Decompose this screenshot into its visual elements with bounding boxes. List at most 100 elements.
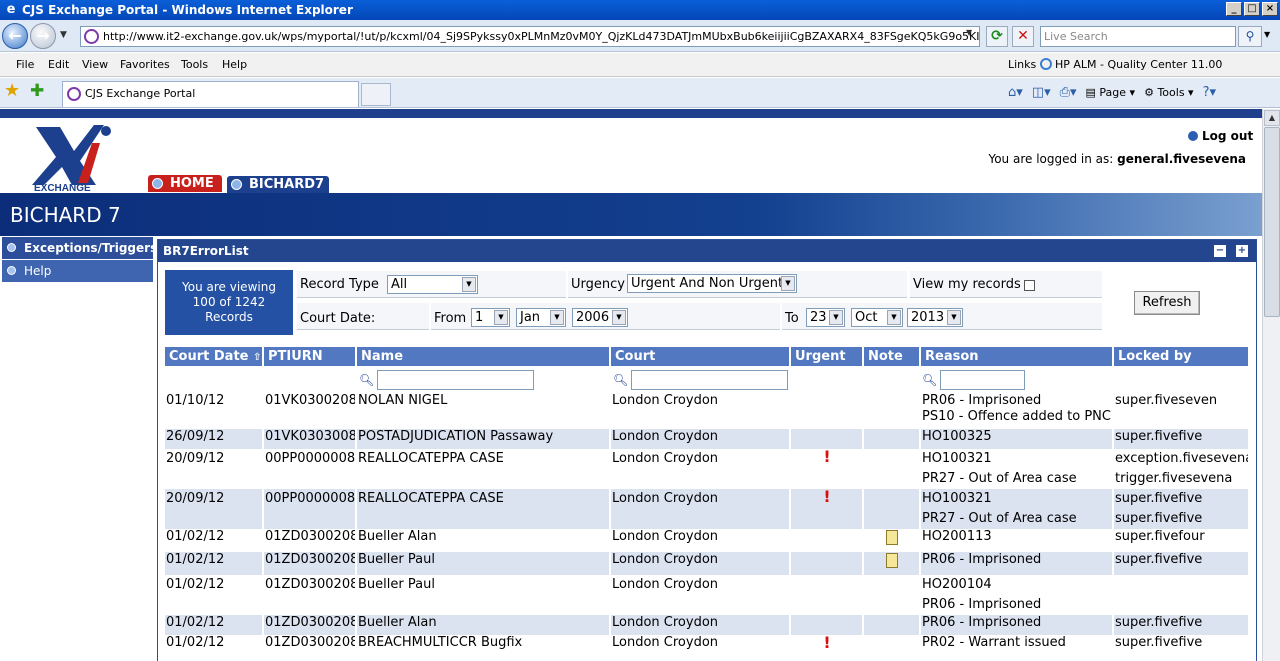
cell-ptiurn: 01VK0303008 — [264, 429, 357, 449]
history-dropdown-icon[interactable]: ▼ — [60, 30, 67, 40]
from-year-select[interactable]: 2006 ▼ — [572, 308, 628, 327]
cell-date: 01/02/12 — [165, 635, 264, 655]
table-row[interactable]: 01/02/12 01ZD0300208 Bueller Paul London Cr… — [165, 552, 1248, 575]
menu-edit[interactable]: Edit — [48, 58, 69, 71]
search-options-dropdown-icon[interactable]: ▼ — [1264, 30, 1270, 39]
back-button[interactable]: ← — [2, 23, 28, 49]
sidebar-item-exceptions-triggers[interactable]: Exceptions/Triggers — [2, 237, 157, 259]
minimize-button[interactable]: _ — [1226, 2, 1242, 16]
urgency-select[interactable]: Urgent And Non Urgent ▼ — [627, 274, 797, 293]
column-reason[interactable]: Reason — [921, 347, 1114, 366]
cell-reason: HO100325 — [921, 429, 1114, 449]
hp-alm-link[interactable]: HP ALM - Quality Center 11.00 — [1040, 58, 1222, 71]
cell-reason: HO200104 PR06 - Imprisoned — [921, 575, 1114, 615]
to-month-select[interactable]: Oct ▼ — [851, 308, 903, 327]
from-month-select[interactable]: Jan ▼ — [516, 308, 566, 327]
cell-date: 01/02/12 — [165, 615, 264, 635]
reason-line: PR06 - Imprisoned — [922, 552, 1042, 567]
column-ptiurn[interactable]: PTIURN — [264, 347, 357, 366]
maximize-portlet-icon[interactable]: + — [1236, 245, 1248, 257]
note-icon[interactable] — [886, 530, 898, 545]
logout-link[interactable]: Log out — [1188, 129, 1253, 143]
name-text[interactable]: Bueller Alan — [358, 529, 437, 544]
tab-bichard7[interactable]: BICHARD7 — [227, 176, 329, 193]
maximize-button[interactable]: □ — [1244, 2, 1260, 16]
reason-search-input[interactable] — [940, 370, 1025, 390]
search-input[interactable]: Live Search — [1040, 26, 1236, 47]
table-row[interactable]: 01/02/12 01ZD0300208 Bueller Alan London Cr… — [165, 529, 1248, 552]
court-search-input[interactable] — [631, 370, 788, 390]
name-text[interactable]: POSTADJUDICATION Passaway — [358, 429, 553, 444]
ptiurn-text: 00PP0000008 — [265, 491, 356, 506]
stop-button[interactable]: ✕ — [1012, 26, 1034, 47]
scroll-thumb[interactable] — [1264, 127, 1280, 317]
reason-line: PR06 - Imprisoned — [922, 615, 1042, 630]
minimize-portlet-icon[interactable]: − — [1214, 245, 1226, 257]
name-text[interactable]: Bueller Alan — [358, 615, 437, 630]
search-icon[interactable]: ⚲ — [1238, 26, 1262, 47]
print-icon[interactable]: ⎙▾ — [1060, 85, 1077, 100]
menu-help[interactable]: Help — [222, 58, 247, 71]
reason-line: HO200113 — [922, 529, 992, 544]
name-text[interactable]: REALLOCATEPPA CASE — [358, 491, 504, 506]
cell-urgent: ! — [791, 489, 864, 529]
menu-view[interactable]: View — [82, 58, 108, 71]
page-favicon-icon — [84, 29, 99, 44]
logout-label: Log out — [1202, 129, 1254, 143]
to-year-select[interactable]: 2013 ▼ — [907, 308, 963, 327]
forward-button[interactable]: → — [30, 23, 56, 49]
name-search-input[interactable] — [377, 370, 534, 390]
column-court-date[interactable]: Court Date ⇧ — [165, 347, 264, 366]
tools-menu[interactable]: ⚙ Tools ▾ — [1144, 86, 1194, 99]
cell-ptiurn: 00PP0000008 — [264, 449, 357, 489]
name-text[interactable]: NOLAN NIGEL — [358, 393, 447, 408]
chevron-down-icon: ▼ — [462, 277, 476, 292]
menu-favorites[interactable]: Favorites — [120, 58, 170, 71]
tab-home[interactable]: HOME — [148, 175, 222, 192]
name-text[interactable]: BREACHMULTICCR Bugfix — [358, 635, 522, 650]
column-note[interactable]: Note — [864, 347, 921, 366]
record-type-select[interactable]: All ▼ — [387, 275, 478, 294]
refresh-page-button[interactable]: ⟳ — [986, 26, 1008, 47]
table-row[interactable]: 20/09/12 00PP0000008 REALLOCATEPPA CASE Lon… — [165, 489, 1248, 529]
home-icon[interactable]: ⌂▾ — [1008, 85, 1023, 100]
address-dropdown-icon[interactable]: ▼ — [966, 28, 972, 37]
sidebar-item-help[interactable]: Help — [2, 260, 153, 282]
menu-tools[interactable]: Tools — [181, 58, 208, 71]
column-urgent[interactable]: Urgent — [791, 347, 864, 366]
name-text[interactable]: Bueller Paul — [358, 577, 435, 592]
help-icon[interactable]: ?▾ — [1203, 85, 1216, 100]
table-row[interactable]: 01/10/12 01VK0300208 NOLAN NIGEL London Cro… — [165, 393, 1248, 429]
to-day-select[interactable]: 23 ▼ — [806, 308, 845, 327]
table-row[interactable]: 26/09/12 01VK0303008 POSTADJUDICATION Pass… — [165, 429, 1248, 449]
page-menu[interactable]: ▤ Page ▾ — [1086, 86, 1136, 99]
table-row[interactable]: 01/02/12 01ZD0300208 Bueller Paul London Cr… — [165, 575, 1248, 615]
table-row[interactable]: 01/02/12 01ZD0300208 Bueller Alan London Cr… — [165, 615, 1248, 635]
table-row[interactable]: 20/09/12 00PP0000008 REALLOCATEPPA CASE Lon… — [165, 449, 1248, 489]
cell-date: 01/02/12 — [165, 575, 264, 615]
feeds-icon[interactable]: ◫▾ — [1032, 85, 1051, 100]
cell-urgent — [791, 575, 864, 615]
menu-file[interactable]: File — [16, 58, 34, 71]
address-input[interactable]: http://www.it2-exchange.gov.uk/wps/mypor… — [80, 26, 980, 47]
column-name[interactable]: Name — [357, 347, 611, 366]
name-text[interactable]: REALLOCATEPPA CASE — [358, 451, 504, 466]
refresh-button[interactable]: Refresh — [1134, 291, 1200, 315]
name-text[interactable]: Bueller Paul — [358, 552, 435, 567]
scroll-up-icon[interactable]: ▲ — [1264, 110, 1280, 126]
exchange-logo-icon: EXCHANGE — [32, 125, 111, 193]
logo-text: EXCHANGE — [34, 183, 91, 193]
new-tab-button[interactable] — [361, 83, 391, 106]
close-window-button[interactable]: × — [1262, 2, 1278, 16]
favorites-star-icon[interactable]: ★ — [4, 82, 20, 100]
table-row[interactable]: 01/02/12 01ZD0300208 BREACHMULTICCR Bugfix… — [165, 635, 1248, 655]
vertical-scrollbar[interactable]: ▲ — [1262, 109, 1280, 661]
column-court[interactable]: Court — [611, 347, 791, 366]
column-locked-by[interactable]: Locked by — [1114, 347, 1248, 366]
view-my-records-checkbox[interactable] — [1024, 280, 1035, 291]
urgent-exclamation-icon: ! — [823, 449, 831, 466]
add-favorite-icon[interactable]: ✚ — [30, 82, 44, 100]
tab-cjs-exchange-portal[interactable]: CJS Exchange Portal — [62, 81, 359, 107]
note-icon[interactable] — [886, 553, 898, 568]
from-day-select[interactable]: 1 ▼ — [471, 308, 510, 327]
